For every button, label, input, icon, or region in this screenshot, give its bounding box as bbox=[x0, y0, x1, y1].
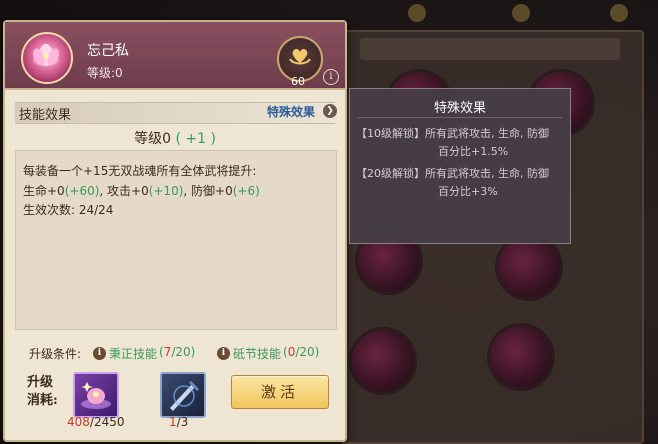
info-icon[interactable]: i bbox=[323, 69, 339, 85]
background-node bbox=[498, 236, 560, 298]
background-top-icon bbox=[610, 4, 628, 22]
condition-1-progress: (7/20) bbox=[159, 345, 195, 359]
skill-card: 忘己私 等级:0 60 i 技能效果 特殊效果 ❯ 等级0 ( +1 ) 每装备… bbox=[3, 20, 347, 442]
background-node bbox=[490, 326, 552, 388]
atk-label: , 攻击+0 bbox=[99, 184, 149, 198]
progress-total: /20) bbox=[171, 345, 196, 359]
item-2-count: 1/3 bbox=[169, 415, 188, 429]
description-stats-line: 生命+0(+60), 攻击+0(+10), 防御+0(+6) bbox=[23, 182, 260, 199]
info-icon[interactable]: i bbox=[217, 347, 230, 360]
upgrade-condition-label: 升级条件: bbox=[29, 347, 82, 361]
level-prefix: 等级0 bbox=[134, 131, 171, 147]
special-effect-link[interactable]: 特殊效果 bbox=[267, 103, 315, 120]
def-bonus: (+6) bbox=[232, 184, 260, 198]
section-label: 技能效果 bbox=[19, 108, 72, 123]
tooltip-divider bbox=[358, 117, 562, 118]
progress-total: /20) bbox=[295, 345, 320, 359]
condition-skill-2[interactable]: 砥节技能 bbox=[233, 345, 281, 362]
item-1-current: 408 bbox=[67, 415, 90, 429]
atk-bonus: (+10) bbox=[148, 184, 184, 198]
item-2-current: 1 bbox=[169, 415, 177, 429]
info-icon[interactable]: i bbox=[93, 347, 106, 360]
tooltip-line: 【10级解锁】所有武将攻击, 生命, 防御 bbox=[356, 127, 549, 140]
cost-label-line-2: 消耗: bbox=[27, 393, 58, 408]
hp-bonus: (+60) bbox=[64, 184, 100, 198]
item-2-total: /3 bbox=[176, 415, 189, 429]
item-1-total: /2450 bbox=[89, 415, 125, 429]
condition-skill-1[interactable]: 秉正技能 bbox=[109, 345, 157, 362]
tooltip-title: 特殊效果 bbox=[433, 101, 486, 116]
tooltip-line: 百分比+3% bbox=[438, 185, 498, 198]
purple-flower-item-icon[interactable] bbox=[73, 372, 119, 418]
effect-count-line: 生效次数: 24/24 bbox=[23, 203, 114, 217]
background-top-icon bbox=[408, 4, 426, 22]
hp-label: 生命+0 bbox=[23, 184, 65, 198]
background-tabbar bbox=[360, 38, 620, 60]
special-effect-tooltip: 特殊效果 【10级解锁】所有武将攻击, 生命, 防御 百分比+1.5% 【20级… bbox=[349, 88, 571, 244]
heart-count: 60 bbox=[291, 75, 305, 88]
background-node bbox=[352, 330, 414, 392]
tooltip-line: 百分比+1.5% bbox=[438, 145, 509, 158]
skill-name: 忘己私 bbox=[87, 43, 129, 59]
level-bonus: ( +1 ) bbox=[175, 131, 216, 147]
def-label: , 防御+0 bbox=[183, 184, 233, 198]
activate-button[interactable]: 激活 bbox=[231, 375, 329, 409]
cost-label-line-1: 升级 bbox=[27, 375, 54, 390]
lotus-icon bbox=[21, 32, 73, 84]
chevron-right-icon[interactable]: ❯ bbox=[323, 104, 337, 118]
tooltip-line: 【20级解锁】所有武将攻击, 生命, 防御 bbox=[356, 167, 549, 180]
level-line: 等级0 ( +1 ) bbox=[15, 128, 335, 148]
cost-label: 升级 消耗: bbox=[27, 374, 58, 410]
card-header: 忘己私 等级:0 60 i bbox=[5, 22, 345, 90]
skill-level: 等级:0 bbox=[87, 66, 123, 80]
item-1-count: 408/2450 bbox=[67, 415, 125, 429]
sword-item-icon[interactable] bbox=[160, 372, 206, 418]
description-line: 每装备一个+15无双战魂所有全体武将提升: bbox=[23, 164, 257, 178]
background-top-icon bbox=[512, 4, 530, 22]
condition-2-progress: (0/20) bbox=[283, 345, 319, 359]
